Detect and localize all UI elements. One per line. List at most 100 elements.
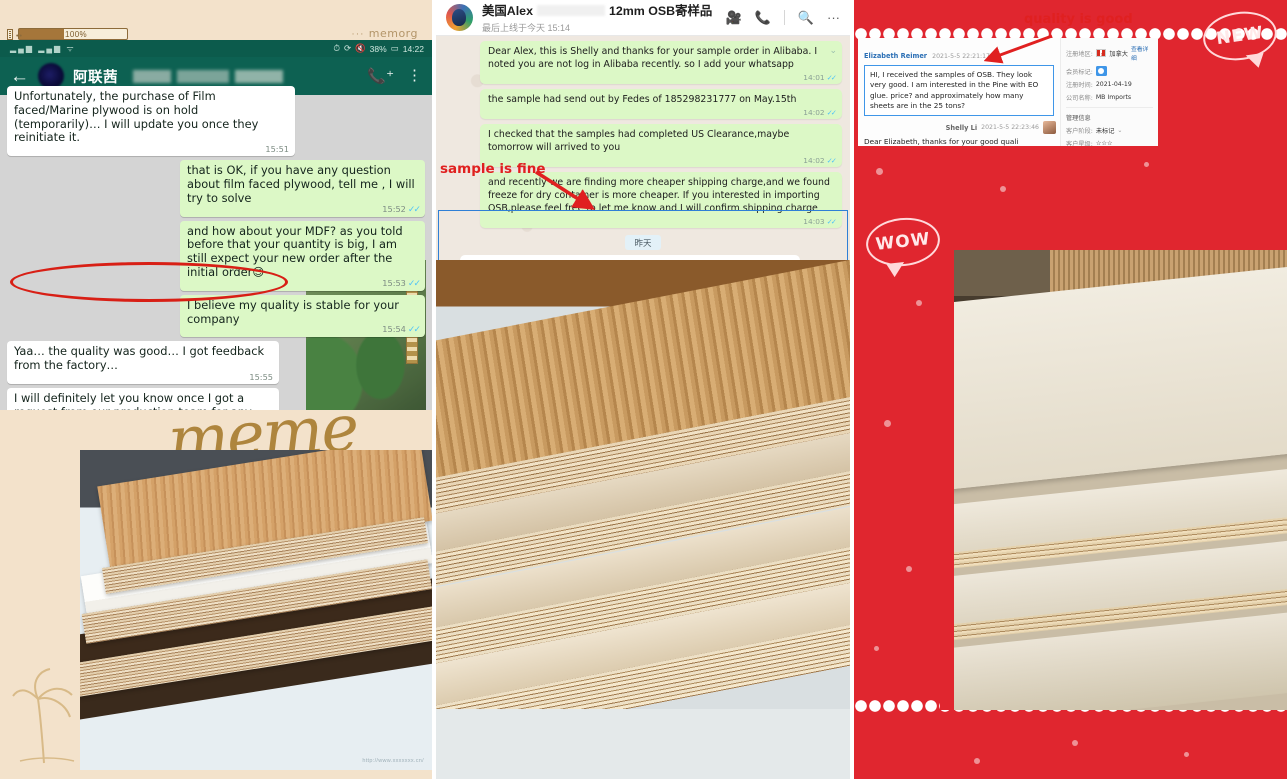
star-rating-icon[interactable]: ☆☆☆: [1096, 140, 1113, 146]
message-bubble[interactable]: Unfortunately, the purchase of Film face…: [7, 86, 295, 157]
reply-name: Shelly Li: [945, 123, 978, 132]
overflow-menu-icon[interactable]: ···: [827, 10, 840, 25]
message-text: the sample had send out by Fedes of 1852…: [488, 93, 797, 105]
status-right-group: ⏱ ⟳ 🔇 38% ▭ 14:22: [333, 43, 424, 54]
read-receipt-icon: ✓✓: [826, 107, 837, 117]
mobile-status-bar: ▂▄▆ ▂▄▆ ᯤ ⏱ ⟳ 🔇 38% ▭ 14:22: [0, 40, 432, 57]
memorg-text: memorg: [368, 27, 418, 40]
contact-name[interactable]: 美国Alex: [482, 1, 533, 19]
progress-bar[interactable]: •• 100%: [7, 28, 128, 40]
photo-watermark: http://www.xxxxxxx.cn/: [362, 758, 424, 764]
video-call-icon[interactable]: 🎥: [725, 10, 741, 26]
read-receipt-icon: ✓✓: [407, 204, 421, 215]
avatar[interactable]: [446, 4, 473, 31]
contact-subject: 12mm OSB寄样品: [608, 4, 713, 18]
day-divider: 昨天: [444, 233, 842, 251]
photo-floor: [436, 709, 850, 779]
back-arrow-icon[interactable]: ←: [10, 67, 29, 86]
message-time: 15:52 ✓✓: [382, 203, 421, 215]
info-label: 客户星级:: [1066, 141, 1093, 146]
collage-stage: •• 100% ··· memorg ▂▄▆ ▂▄▆ ᯤ ⏱ ⟳ 🔇 38% ▭…: [0, 0, 1287, 779]
member-badge-icon: [1095, 66, 1107, 76]
info-row-company: 公司名称: MB Imports: [1066, 93, 1153, 102]
right-panel: NEW WOW Elizabeth Reimer 2021-5-5 22:21:…: [854, 0, 1287, 779]
message-bubble[interactable]: the sample had send out by Fedes of 1852…: [480, 88, 842, 119]
confetti-dot: [1000, 186, 1006, 192]
search-icon[interactable]: 🔍: [798, 10, 814, 26]
info-row-member: 会员标记:: [1066, 66, 1153, 76]
phone-call-icon[interactable]: 📞: [755, 10, 771, 26]
day-divider-label: 昨天: [625, 235, 661, 251]
message-text: Yaa… the quality was good… I got feedbac…: [14, 344, 265, 373]
info-row-rating: 客户星级: ☆☆☆: [1066, 139, 1153, 146]
memorg-watermark: ··· memorg: [351, 27, 418, 40]
info-link[interactable]: 查看详细: [1131, 44, 1153, 62]
message-text: I believe my quality is stable for your …: [187, 297, 399, 326]
progress-pin-icon: [7, 29, 13, 40]
palm-tree-decoration: [12, 668, 75, 764]
message-time: 14:01 ✓✓: [803, 72, 837, 82]
sender-date: 2021-5-5 22:21:17: [932, 53, 990, 60]
confetti-dot: [1072, 740, 1078, 746]
inquiry-message[interactable]: HI, I received the samples of OSB. They …: [864, 65, 1054, 117]
read-receipt-icon: ✓✓: [826, 72, 837, 82]
customer-info-panel: 注册地区: 加拿大 查看详细 会员标记: 注册时间: 2021-04-19 公司…: [1060, 38, 1158, 146]
message-bubble[interactable]: that is OK, if you have any question abo…: [180, 160, 425, 217]
contact-title-row: 美国Alex 12mm OSB寄样品: [482, 1, 712, 19]
header-titles: 美国Alex 12mm OSB寄样品 最后上线于今天 15:14: [482, 1, 712, 34]
info-label: 会员标记:: [1066, 68, 1093, 76]
chevron-down-icon[interactable]: ⌄: [1117, 127, 1122, 134]
plywood-photo-left: http://www.xxxxxxx.cn/: [80, 450, 432, 770]
message-time: 15:54 ✓✓: [382, 324, 421, 336]
desktop-chat-header: 美国Alex 12mm OSB寄样品 最后上线于今天 15:14 🎥 📞 🔍 ·…: [436, 0, 850, 36]
canada-flag-icon: [1095, 49, 1107, 57]
photo-left-border: [940, 250, 954, 710]
status-time: 14:22: [402, 43, 424, 54]
message-text: and how about your MDF? as you told befo…: [187, 223, 403, 279]
confetti-dot: [916, 300, 922, 306]
chevron-down-icon[interactable]: ⌄: [829, 45, 837, 57]
alarm-icon: ⏱: [333, 43, 340, 53]
message-time: 14:02 ✓✓: [803, 107, 837, 117]
left-panel: •• 100% ··· memorg ▂▄▆ ▂▄▆ ᯤ ⏱ ⟳ 🔇 38% ▭…: [0, 0, 432, 779]
header-actions: 📞⁺ ⋮: [367, 67, 422, 85]
read-receipt-icon: ✓✓: [407, 325, 421, 336]
read-receipt-icon: ✓✓: [826, 155, 837, 165]
progress-label: 100%: [65, 30, 88, 39]
plywood-photo-right: [940, 250, 1287, 710]
wow-badge: WOW: [863, 214, 943, 270]
whatsapp-mobile-screenshot: ▂▄▆ ▂▄▆ ᯤ ⏱ ⟳ 🔇 38% ▭ 14:22 ← 阿联茜 📞⁺ ⋮ U…: [0, 40, 432, 410]
signal-icon: ▂▄▆ ▂▄▆ ᯤ: [10, 44, 76, 53]
progress-fill: [19, 29, 65, 39]
annotation-label: sample is fine: [440, 161, 546, 177]
info-label: 客户阶段:: [1066, 128, 1093, 135]
section-title: 管理信息: [1066, 115, 1091, 122]
info-row-region: 注册地区: 加拿大 查看详细: [1066, 44, 1153, 62]
chat-message-list[interactable]: ⌄ Dear Alex, this is Shelly and thanks f…: [436, 36, 850, 298]
last-seen-text: 最后上线于今天 15:14: [482, 23, 571, 33]
wow-badge-label: WOW: [874, 229, 932, 255]
message-text: Dear Alex, this is Shelly and thanks for…: [488, 46, 818, 70]
message-bubble[interactable]: ⌄ Dear Alex, this is Shelly and thanks f…: [480, 41, 842, 84]
confetti-dot: [974, 758, 980, 764]
confetti-dot: [874, 646, 879, 651]
chat-message-list[interactable]: Unfortunately, the purchase of Film face…: [0, 86, 432, 410]
message-bubble-highlighted[interactable]: Yaa… the quality was good… I got feedbac…: [7, 341, 279, 384]
info-row-stage: 客户阶段: 未标记 ⌄: [1066, 126, 1153, 135]
message-time: 14:02 ✓✓: [803, 155, 837, 165]
read-receipt-icon: ✓✓: [826, 216, 837, 226]
reply-date: 2021-5-5 22:23:46: [981, 124, 1039, 132]
message-bubble[interactable]: I believe my quality is stable for your …: [180, 294, 425, 338]
message-bubble[interactable]: and how about your MDF? as you told befo…: [180, 220, 425, 291]
overflow-menu-icon[interactable]: ⋮: [407, 69, 422, 83]
info-value: MB Imports: [1095, 94, 1132, 101]
contact-name-blurred: [133, 69, 283, 83]
battery-percent: 38%: [369, 43, 387, 54]
info-value: 加拿大: [1109, 50, 1128, 58]
info-label: 公司名称:: [1066, 95, 1093, 102]
contact-name[interactable]: 阿联茜: [73, 66, 118, 87]
new-badge-label: NEW: [1215, 22, 1265, 50]
confetti-dot: [906, 566, 912, 572]
video-call-icon[interactable]: 📞⁺: [367, 67, 394, 85]
avatar: [1043, 121, 1056, 135]
